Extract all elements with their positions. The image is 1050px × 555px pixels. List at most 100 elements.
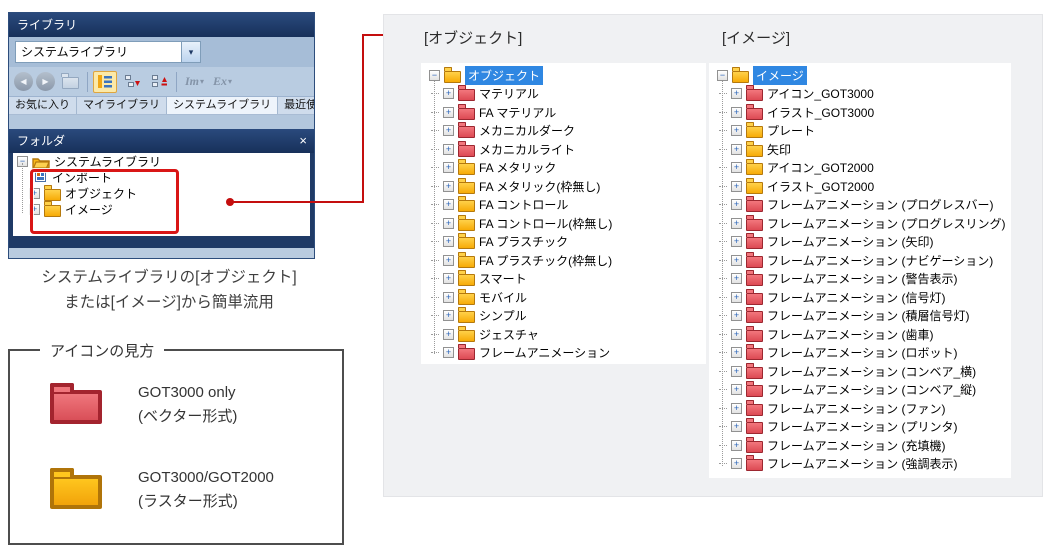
tree-row-root[interactable]: − イメージ — [709, 66, 1011, 85]
tree-row[interactable]: + FA コントロール — [421, 196, 706, 215]
tree-row[interactable]: + フレームアニメーション — [421, 344, 706, 363]
tree-row[interactable]: + FA コントロール(枠無し) — [421, 214, 706, 233]
tree-row[interactable]: + フレームアニメーション (強調表示) — [709, 455, 1011, 474]
collapse-icon[interactable]: − — [429, 70, 440, 81]
tab-favorites[interactable]: お気に入り — [9, 97, 77, 114]
tree-label: アイコン_GOT3000 — [767, 85, 874, 102]
tree-row[interactable]: + アイコン_GOT3000 — [709, 85, 1011, 104]
tree-row[interactable]: + シンプル — [421, 307, 706, 326]
tab-system-library[interactable]: システムライブラリ — [167, 97, 278, 114]
expand-icon[interactable]: + — [731, 310, 742, 321]
expand-icon[interactable]: + — [731, 440, 742, 451]
up-folder-button[interactable] — [58, 71, 82, 93]
tree-row[interactable]: + フレームアニメーション (プリンタ) — [709, 418, 1011, 437]
library-type-select[interactable]: システムライブラリ ▾ — [15, 41, 201, 63]
tree-row-objects[interactable]: + オブジェクト — [13, 185, 310, 201]
close-icon[interactable]: × — [299, 129, 307, 153]
forward-button[interactable]: ▶ — [36, 72, 55, 91]
expand-icon[interactable]: + — [731, 181, 742, 192]
expand-icon[interactable]: + — [443, 236, 454, 247]
expand-icon[interactable]: + — [731, 403, 742, 414]
expand-icon[interactable]: + — [731, 199, 742, 210]
expand-icon[interactable]: + — [731, 236, 742, 247]
export-button[interactable]: Ex ▾ — [210, 74, 235, 89]
expand-icon[interactable]: + — [443, 329, 454, 340]
tree-row[interactable]: + イラスト_GOT3000 — [709, 103, 1011, 122]
tree-guide-dash — [719, 426, 727, 427]
expand-icon[interactable]: + — [731, 107, 742, 118]
folder-tree: − システムライブラリ インポート — [13, 153, 310, 236]
expand-icon[interactable]: + — [443, 292, 454, 303]
expand-icon[interactable]: + — [731, 458, 742, 469]
expand-icon[interactable]: + — [731, 218, 742, 229]
tree-view-button[interactable] — [93, 71, 117, 93]
tree-row[interactable]: + FA プラスチック(枠無し) — [421, 251, 706, 270]
tree-row-images[interactable]: + イメージ — [13, 201, 310, 217]
tree-row[interactable]: + メカニカルライト — [421, 140, 706, 159]
expand-icon[interactable]: + — [731, 144, 742, 155]
tree-row[interactable]: + イラスト_GOT2000 — [709, 177, 1011, 196]
expand-icon[interactable]: + — [443, 199, 454, 210]
tree-row[interactable]: + フレームアニメーション (コンベア_横) — [709, 362, 1011, 381]
expand-icon[interactable]: + — [731, 347, 742, 358]
expand-icon[interactable]: + — [29, 188, 40, 199]
tree-row-system-library[interactable]: − システムライブラリ — [13, 153, 310, 169]
tree-row[interactable]: + フレームアニメーション (矢印) — [709, 233, 1011, 252]
tree-row[interactable]: + アイコン_GOT2000 — [709, 159, 1011, 178]
tree-row[interactable]: + ジェスチャ — [421, 325, 706, 344]
expand-icon[interactable]: + — [29, 204, 40, 215]
expand-icon[interactable]: + — [731, 162, 742, 173]
expand-icon[interactable]: + — [731, 421, 742, 432]
tree-row[interactable]: + プレート — [709, 122, 1011, 141]
tree-row[interactable]: + フレームアニメーション (積層信号灯) — [709, 307, 1011, 326]
expand-icon[interactable]: + — [443, 181, 454, 192]
expand-icon[interactable]: + — [443, 144, 454, 155]
tab-recent[interactable]: 最近使 — [278, 97, 314, 114]
tree-row[interactable]: + メカニカルダーク — [421, 122, 706, 141]
tree-row[interactable]: + スマート — [421, 270, 706, 289]
expand-icon[interactable]: + — [731, 292, 742, 303]
expand-icon[interactable]: + — [443, 162, 454, 173]
tree-row-root[interactable]: − オブジェクト — [421, 66, 706, 85]
expand-icon[interactable]: + — [443, 255, 454, 266]
expand-icon[interactable]: + — [731, 255, 742, 266]
tree-row[interactable]: + FA メタリック — [421, 159, 706, 178]
expand-icon[interactable]: + — [731, 88, 742, 99]
tree-row[interactable]: + フレームアニメーション (ロボット) — [709, 344, 1011, 363]
tree-row[interactable]: + フレームアニメーション (充填機) — [709, 436, 1011, 455]
expand-icon[interactable]: + — [443, 273, 454, 284]
tree-row[interactable]: + フレームアニメーション (ナビゲーション) — [709, 251, 1011, 270]
expand-icon[interactable]: + — [731, 384, 742, 395]
tab-my-library[interactable]: マイライブラリ — [77, 97, 167, 114]
chevron-down-icon[interactable]: ▾ — [181, 42, 200, 62]
expand-icon[interactable]: + — [731, 273, 742, 284]
expand-icon[interactable]: + — [443, 107, 454, 118]
tree-row[interactable]: + フレームアニメーション (コンベア_縦) — [709, 381, 1011, 400]
tree-row[interactable]: + フレームアニメーション (プログレスバー) — [709, 196, 1011, 215]
tree-row[interactable]: + FA マテリアル — [421, 103, 706, 122]
expand-icon[interactable]: + — [731, 125, 742, 136]
import-button[interactable]: Im ▾ — [182, 74, 207, 89]
tree-row[interactable]: + フレームアニメーション (信号灯) — [709, 288, 1011, 307]
expand-icon[interactable]: + — [443, 218, 454, 229]
filter-tree-button[interactable] — [120, 71, 144, 93]
expand-icon[interactable]: + — [443, 88, 454, 99]
tree-row[interactable]: + フレームアニメーション (ファン) — [709, 399, 1011, 418]
tree-row[interactable]: + FA メタリック(枠無し) — [421, 177, 706, 196]
expand-icon[interactable]: + — [443, 347, 454, 358]
tree-row[interactable]: + FA プラスチック — [421, 233, 706, 252]
back-button[interactable]: ◀ — [14, 72, 33, 91]
tree-row-import[interactable]: インポート — [13, 169, 310, 185]
tree-row[interactable]: + フレームアニメーション (プログレスリング) — [709, 214, 1011, 233]
expand-icon[interactable]: + — [731, 366, 742, 377]
tree-row[interactable]: + フレームアニメーション (歯車) — [709, 325, 1011, 344]
expand-icon[interactable]: + — [731, 329, 742, 340]
expand-icon[interactable]: + — [443, 310, 454, 321]
collapse-icon[interactable]: − — [717, 70, 728, 81]
tree-row[interactable]: + モバイル — [421, 288, 706, 307]
tree-row[interactable]: + マテリアル — [421, 85, 706, 104]
sort-tree-button[interactable] — [147, 71, 171, 93]
expand-icon[interactable]: + — [443, 125, 454, 136]
tree-row[interactable]: + フレームアニメーション (警告表示) — [709, 270, 1011, 289]
tree-row[interactable]: + 矢印 — [709, 140, 1011, 159]
